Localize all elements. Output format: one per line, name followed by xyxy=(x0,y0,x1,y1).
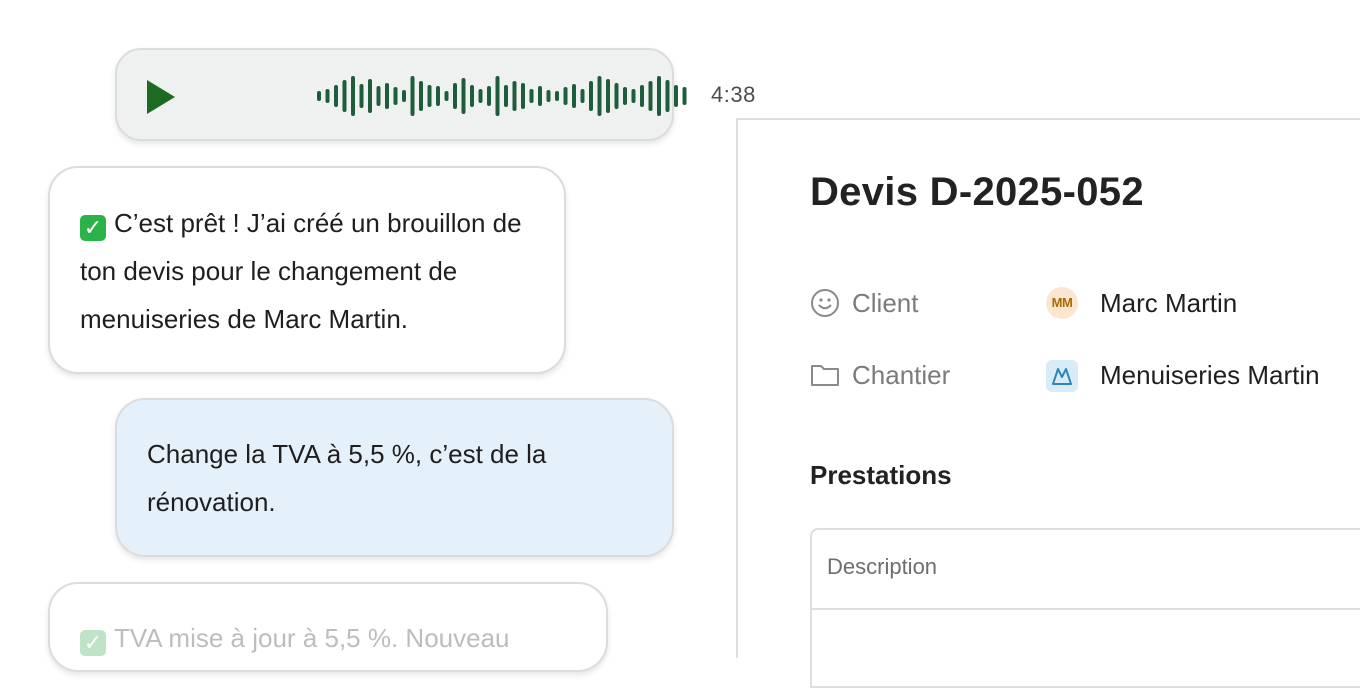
waveform-bar xyxy=(342,80,347,112)
check-icon: ✓ xyxy=(80,215,106,241)
field-label-chantier: Chantier xyxy=(852,360,951,390)
site-icon xyxy=(1046,360,1078,392)
waveform-bar xyxy=(495,76,500,116)
waveform-bar xyxy=(461,78,466,114)
client-value[interactable]: Marc Martin xyxy=(1100,288,1237,319)
waveform-bar xyxy=(402,90,406,102)
waveform-bar xyxy=(478,89,483,103)
waveform-bar xyxy=(376,86,381,106)
avatar: MM xyxy=(1046,287,1078,319)
assistant-message: ✓ TVA mise à jour à 5,5 %. Nouveau xyxy=(48,582,608,672)
document-title: Devis D-2025-052 xyxy=(810,170,1144,214)
waveform-bar xyxy=(487,86,491,106)
waveform-bar xyxy=(580,89,585,103)
waveform-bar xyxy=(606,79,610,113)
waveform-bar xyxy=(419,81,423,111)
user-message: Change la TVA à 5,5 %, c’est de la rénov… xyxy=(115,398,674,557)
folder-icon xyxy=(811,365,839,386)
waveform-bar xyxy=(393,87,398,105)
waveform-bar xyxy=(334,85,338,107)
waveform-bar xyxy=(325,89,330,103)
waveform-bar xyxy=(521,83,525,109)
waveform-bar xyxy=(368,79,372,113)
waveform-bar xyxy=(453,83,457,109)
waveform-bar xyxy=(674,85,678,107)
waveform-bar xyxy=(359,84,364,108)
section-title-prestations: Prestations xyxy=(810,460,952,490)
voice-message-bubble: 4:38 xyxy=(115,48,755,141)
waveform-bar xyxy=(436,86,440,106)
waveform-bar xyxy=(555,91,559,101)
message-text: TVA mise à jour à 5,5 %. Nouveau xyxy=(114,623,510,653)
waveform-bar xyxy=(529,89,534,103)
waveform-bar xyxy=(317,91,321,101)
waveform-bar xyxy=(410,76,415,116)
waveform-bar xyxy=(682,87,687,105)
waveform-bar xyxy=(512,81,517,111)
waveform-bar xyxy=(504,85,508,107)
quote-document-panel: Devis D-2025-052 Client MM Marc Martin C… xyxy=(736,118,1360,688)
assistant-message: ✓ C’est prêt ! J’ai créé un brouillon de … xyxy=(48,166,566,374)
check-icon: ✓ xyxy=(80,630,106,656)
smiley-icon xyxy=(811,289,839,317)
waveform-bar xyxy=(427,85,432,107)
play-icon[interactable] xyxy=(147,80,175,114)
waveform-bar xyxy=(614,83,619,109)
waveform-bar xyxy=(546,90,551,102)
waveform-bar xyxy=(538,86,542,106)
waveform-bar xyxy=(385,83,389,109)
message-text: C’est prêt ! J’ai créé un brouillon de t… xyxy=(80,208,522,334)
waveform-bar xyxy=(648,81,653,111)
waveform-bar xyxy=(597,76,602,116)
column-header-description: Description xyxy=(827,554,938,579)
waveform-bar xyxy=(470,85,474,107)
waveform-bar xyxy=(563,87,568,105)
waveform-bar xyxy=(572,84,576,108)
field-label-client: Client xyxy=(852,288,919,318)
waveform-bar xyxy=(623,87,627,105)
waveform-bar xyxy=(351,76,355,116)
audio-waveform[interactable] xyxy=(317,76,687,116)
waveform-bar xyxy=(665,80,670,112)
waveform-bar xyxy=(631,89,636,103)
waveform-bar xyxy=(589,81,593,111)
waveform-bar xyxy=(640,85,644,107)
chantier-value[interactable]: Menuiseries Martin xyxy=(1100,360,1320,391)
voice-duration: 4:38 xyxy=(711,82,756,107)
table-header-row: Description xyxy=(812,530,1360,610)
waveform-bar xyxy=(444,91,449,101)
waveform-bar xyxy=(657,76,661,116)
message-text: Change la TVA à 5,5 %, c’est de la rénov… xyxy=(147,439,547,517)
prestations-table: Description xyxy=(810,528,1360,688)
